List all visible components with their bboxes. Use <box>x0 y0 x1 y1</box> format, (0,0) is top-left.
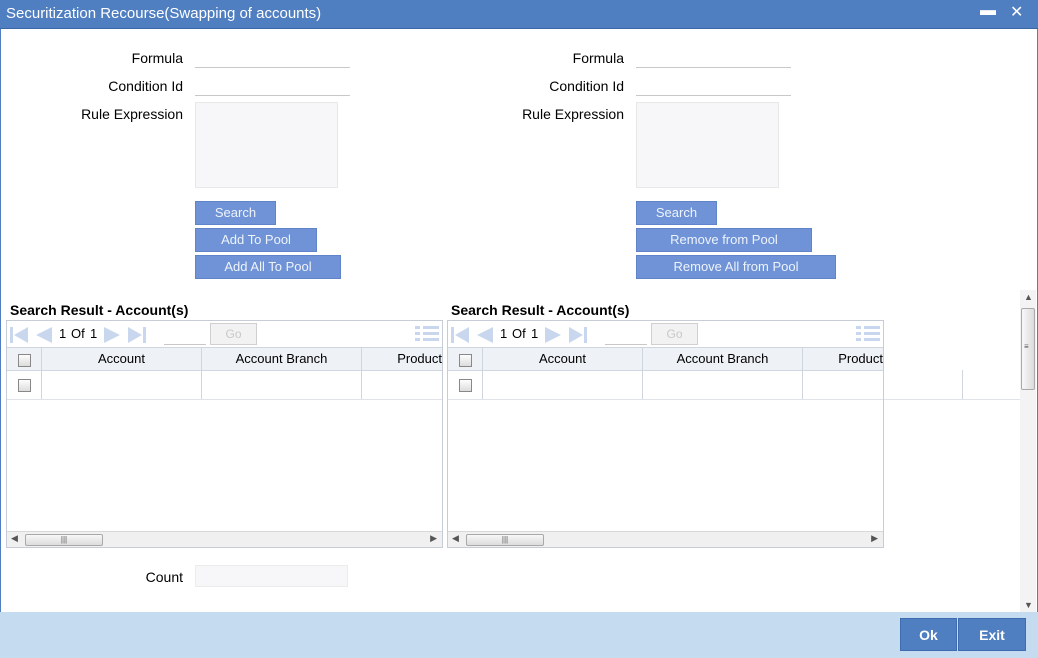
scroll-thumb[interactable]: ||| <box>25 534 103 546</box>
row-checkbox[interactable] <box>459 379 472 392</box>
count-label: Count <box>145 569 183 585</box>
left-grid-title: Search Result - Account(s) <box>10 302 189 318</box>
right-condition-id-input[interactable] <box>636 74 791 96</box>
left-formula-input[interactable] <box>195 46 350 68</box>
right-results-grid: 1 Of 1 Go Account Account Branch Product… <box>447 320 884 548</box>
right-select-all-checkbox[interactable] <box>459 354 472 367</box>
left-grid-pager: 1 Of 1 Go <box>7 321 442 347</box>
left-page-current: 1 <box>59 326 67 341</box>
right-col-product[interactable]: Product <box>803 348 883 370</box>
left-select-all-checkbox[interactable] <box>18 354 31 367</box>
scroll-right-icon[interactable]: ▶ <box>871 533 878 544</box>
row-branch-cell <box>643 371 803 399</box>
prev-page-icon[interactable] <box>32 325 54 345</box>
scroll-down-icon[interactable]: ▼ <box>1024 600 1033 610</box>
row-branch-cell <box>202 371 362 399</box>
right-formula-label: Formula <box>572 50 624 66</box>
page-vscrollbar[interactable]: ▲ ≡ ▼ <box>1020 290 1036 612</box>
ok-button[interactable]: Ok <box>900 618 957 651</box>
add-all-to-pool-button[interactable]: Add All To Pool <box>195 255 341 279</box>
columns-icon[interactable] <box>415 325 439 343</box>
left-rule-expression-label: Rule Expression <box>81 106 183 122</box>
right-page-of: Of <box>512 326 526 341</box>
columns-icon[interactable] <box>856 325 880 343</box>
left-page-total: 1 <box>90 326 98 341</box>
remove-all-from-pool-button[interactable]: Remove All from Pool <box>636 255 836 279</box>
first-page-icon[interactable] <box>8 325 30 345</box>
right-page-current: 1 <box>500 326 508 341</box>
grid-row-extension <box>884 370 1020 400</box>
right-condition-id-label: Condition Id <box>549 78 624 94</box>
right-grid-pager: 1 Of 1 Go <box>448 321 883 347</box>
row-checkbox[interactable] <box>18 379 31 392</box>
row-account-cell <box>483 371 643 399</box>
left-condition-id-label: Condition Id <box>108 78 183 94</box>
grid-row-divider <box>962 370 963 399</box>
right-page-total: 1 <box>531 326 539 341</box>
left-col-account[interactable]: Account <box>42 348 202 370</box>
last-page-icon[interactable] <box>126 325 148 345</box>
scroll-right-icon[interactable]: ▶ <box>430 533 437 544</box>
scroll-up-icon[interactable]: ▲ <box>1024 292 1033 302</box>
right-col-account-branch[interactable]: Account Branch <box>643 348 803 370</box>
right-go-button[interactable]: Go <box>651 323 698 345</box>
right-col-account[interactable]: Account <box>483 348 643 370</box>
scroll-left-icon[interactable]: ◀ <box>452 533 459 544</box>
first-page-icon[interactable] <box>449 325 471 345</box>
right-formula-input[interactable] <box>636 46 791 68</box>
row-select-cell <box>7 371 42 399</box>
left-results-grid: 1 Of 1 Go Account Account Branch Product… <box>6 320 443 548</box>
table-row <box>7 371 442 400</box>
left-grid-hscrollbar[interactable]: ◀ ||| ▶ <box>7 531 442 547</box>
left-col-account-branch[interactable]: Account Branch <box>202 348 362 370</box>
right-select-all-cell <box>448 348 483 370</box>
vscroll-grip-icon: ≡ <box>1024 342 1029 351</box>
footer-bar: Ok Exit <box>0 612 1038 658</box>
left-search-button[interactable]: Search <box>195 201 276 225</box>
window-frame-left <box>0 29 1 612</box>
right-grid-header: Account Account Branch Product <box>448 347 883 371</box>
right-rule-expression-label: Rule Expression <box>522 106 624 122</box>
left-col-product[interactable]: Product <box>362 348 442 370</box>
left-grid-header: Account Account Branch Product <box>7 347 442 371</box>
remove-from-pool-button[interactable]: Remove from Pool <box>636 228 812 252</box>
window-title-bar: Securitization Recourse(Swapping of acco… <box>0 0 1038 29</box>
right-grid-hscrollbar[interactable]: ◀ ||| ▶ <box>448 531 883 547</box>
scroll-thumb[interactable]: ||| <box>466 534 544 546</box>
left-page-of: Of <box>71 326 85 341</box>
right-search-button[interactable]: Search <box>636 201 717 225</box>
left-formula-label: Formula <box>131 50 183 66</box>
left-page-input[interactable] <box>164 325 206 345</box>
row-account-cell <box>42 371 202 399</box>
right-page-input[interactable] <box>605 325 647 345</box>
left-condition-id-input[interactable] <box>195 74 350 96</box>
next-page-icon[interactable] <box>543 325 565 345</box>
window-title: Securitization Recourse(Swapping of acco… <box>6 5 322 22</box>
left-select-all-cell <box>7 348 42 370</box>
next-page-icon[interactable] <box>102 325 124 345</box>
prev-page-icon[interactable] <box>473 325 495 345</box>
right-rule-expression-textarea[interactable] <box>636 102 779 188</box>
close-icon[interactable]: ✕ <box>1010 2 1023 22</box>
minimize-icon[interactable]: ▬ <box>980 2 996 20</box>
exit-button[interactable]: Exit <box>958 618 1026 651</box>
scroll-left-icon[interactable]: ◀ <box>11 533 18 544</box>
count-field <box>195 565 348 587</box>
left-go-button[interactable]: Go <box>210 323 257 345</box>
table-row <box>448 371 883 400</box>
right-grid-title: Search Result - Account(s) <box>451 302 630 318</box>
left-rule-expression-textarea[interactable] <box>195 102 338 188</box>
row-select-cell <box>448 371 483 399</box>
last-page-icon[interactable] <box>567 325 589 345</box>
add-to-pool-button[interactable]: Add To Pool <box>195 228 317 252</box>
